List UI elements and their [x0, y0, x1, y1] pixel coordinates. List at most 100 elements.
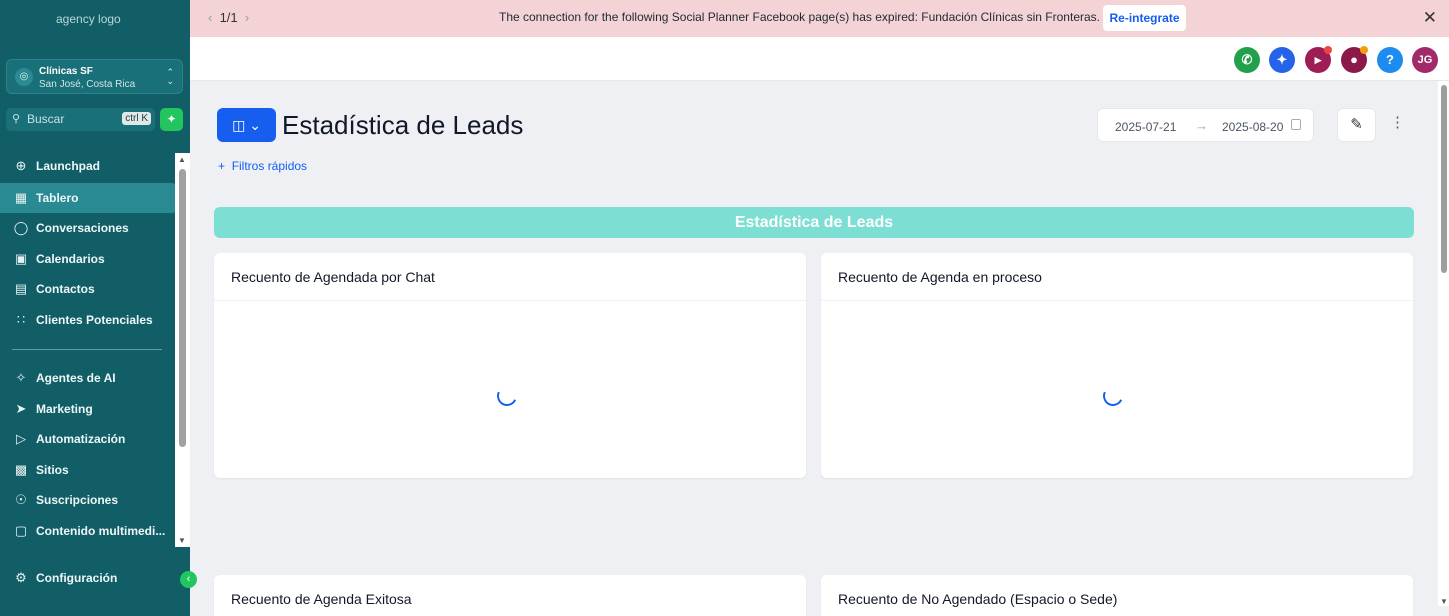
close-icon[interactable]: ✕ [1423, 8, 1437, 28]
sidebar-item-clientes-potenciales[interactable]: ∷ Clientes Potenciales [0, 305, 176, 335]
scroll-down-arrow[interactable]: ▼ [1440, 597, 1448, 606]
announcement-icon[interactable]: ▸ [1305, 46, 1332, 73]
gear-icon: ⚙ [15, 570, 27, 585]
sidebar-item-tablero[interactable]: ▦ Tablero [0, 183, 176, 213]
dashboard-icon: ▦ [14, 190, 28, 205]
pencil-icon: ✎ [1350, 116, 1363, 133]
chevron-right-icon[interactable]: › [245, 10, 249, 25]
sidebar-item-label: Calendarios [36, 252, 105, 266]
user-avatar[interactable]: JG [1412, 47, 1438, 73]
card-title: Recuento de Agenda en proceso [838, 269, 1042, 285]
banner-message: The connection for the following Social … [499, 10, 1100, 24]
sidebar-item-automatizacion[interactable]: ▷ Automatización [0, 424, 176, 454]
search-input[interactable]: ⚲ Buscar ctrl K [6, 108, 155, 131]
location-icon: ◎ [15, 68, 33, 86]
chevron-updown-icon: ⌃ ⌄ [166, 67, 174, 86]
sidebar-item-conversaciones[interactable]: ◯ Conversaciones [0, 213, 176, 243]
quick-filters-link[interactable]: + Filtros rápidos [218, 159, 307, 173]
sidebar-item-label: Marketing [36, 402, 93, 416]
card-title: Recuento de Agenda Exitosa [231, 591, 412, 607]
widget-card: Recuento de Agenda Exitosa [214, 575, 806, 616]
notification-dot [1360, 46, 1368, 54]
date-range-picker[interactable]: 2025-07-21 → 2025-08-20 [1097, 108, 1314, 142]
calendar-icon: ▣ [14, 251, 28, 266]
leads-icon: ∷ [16, 312, 26, 327]
scroll-down-arrow[interactable]: ▼ [178, 536, 186, 545]
card-divider [214, 300, 806, 301]
sidebar-divider [12, 349, 162, 350]
more-options-icon[interactable]: ⋮ [1390, 113, 1405, 131]
sidebar-item-label: Agentes de AI [36, 371, 116, 385]
date-start: 2025-07-21 [1115, 120, 1177, 134]
date-end: 2025-08-20 [1222, 120, 1284, 134]
sidebar-item-sitios[interactable]: ▩ Sitios [0, 455, 176, 485]
sidebar-item-marketing[interactable]: ➤ Marketing [0, 394, 176, 424]
location-name: Clínicas SF [39, 66, 93, 77]
banner-pager[interactable]: ‹ 1/1 › [208, 10, 249, 25]
send-icon: ➤ [15, 401, 27, 416]
sidebar-item-label: Sitios [36, 463, 69, 477]
contacts-icon: ▤ [14, 281, 28, 296]
edit-button[interactable]: ✎ [1337, 108, 1376, 142]
sidebar-item-label: Suscripciones [36, 493, 119, 507]
phone-icon[interactable]: ✆ [1234, 47, 1260, 73]
sidebar-item-contenido-multimedia[interactable]: ▢ Contenido multimedi... [0, 516, 176, 546]
location-address: San José, Costa Rica [39, 79, 136, 90]
scrollbar-thumb[interactable] [1441, 85, 1447, 273]
chat-icon: ◯ [13, 220, 29, 235]
layout-icon: ◫ [232, 117, 246, 133]
sidebar-item-label: Tablero [36, 191, 79, 205]
collapse-sidebar-button[interactable]: ‹ [180, 571, 197, 588]
sidebar-item-agentes-ai[interactable]: ✧ Agentes de AI [0, 363, 176, 393]
sidebar-item-label: Automatización [36, 432, 126, 446]
chevron-down-icon: ⌄ [249, 117, 261, 133]
sidebar-item-suscripciones[interactable]: ☉ Suscripciones [0, 485, 176, 515]
page-title: Estadística de Leads [282, 110, 524, 140]
rocket-icon: ⊕ [15, 158, 27, 173]
sidebar-item-label: Launchpad [36, 159, 101, 173]
loading-spinner-icon [1100, 383, 1126, 409]
search-placeholder: Buscar [27, 112, 65, 126]
scrollbar-thumb[interactable] [179, 169, 186, 447]
scroll-up-arrow[interactable]: ▲ [178, 155, 186, 164]
sidebar-item-label: Clientes Potenciales [36, 313, 153, 327]
plus-icon: + [218, 159, 226, 173]
reintegrate-button[interactable]: Re-integrate [1103, 5, 1186, 31]
sidebar: agency logo ◎ Clínicas SF San José, Cost… [0, 0, 190, 616]
card-title: Recuento de No Agendado (Espacio o Sede) [838, 591, 1118, 607]
sidebar-item-launchpad[interactable]: ⊕ Launchpad [0, 151, 176, 181]
sidebar-item-calendarios[interactable]: ▣ Calendarios [0, 244, 176, 274]
notification-banner: ‹ 1/1 › The connection for the following… [190, 0, 1449, 37]
sidebar-item-label: Conversaciones [36, 221, 129, 235]
quick-action-button[interactable]: ✦ [160, 108, 183, 131]
sidebar-item-configuracion[interactable]: ⚙ Configuración [0, 563, 176, 593]
image-icon: ▢ [14, 523, 28, 538]
layout-switch-button[interactable]: ◫ ⌄ [217, 108, 276, 142]
quick-filters-label: Filtros rápidos [231, 159, 308, 173]
sidebar-item-label: Contactos [36, 282, 95, 296]
badge-icon: ☉ [15, 492, 27, 507]
sparkle-icon: ✧ [15, 370, 27, 385]
chevron-left-icon[interactable]: ‹ [208, 10, 212, 25]
search-icon: ⚲ [12, 113, 21, 125]
main-scrollbar[interactable]: ▼ [1438, 81, 1449, 606]
site-icon: ▩ [14, 462, 28, 477]
sidebar-scrollbar[interactable]: ▲ ▼ [175, 153, 190, 547]
top-bar: ✆ ✦ ▸ ● ? JG [190, 37, 1449, 81]
notification-dot [1324, 46, 1332, 54]
section-header: Estadística de Leads [214, 207, 1414, 238]
widget-card: Recuento de Agenda en proceso [821, 253, 1413, 478]
location-switcher[interactable]: ◎ Clínicas SF San José, Costa Rica ⌃ ⌄ [6, 59, 183, 94]
sidebar-item-contactos[interactable]: ▤ Contactos [0, 274, 176, 304]
sidebar-item-label: Configuración [36, 571, 118, 585]
loading-spinner-icon [494, 383, 520, 409]
automation-icon: ▷ [16, 431, 26, 446]
agency-logo: agency logo [56, 12, 121, 26]
magic-wand-icon[interactable]: ✦ [1269, 47, 1295, 73]
card-divider [821, 300, 1413, 301]
bell-icon[interactable]: ● [1341, 46, 1368, 73]
widget-card: Recuento de No Agendado (Espacio o Sede) [821, 575, 1413, 616]
calendar-icon [1291, 119, 1301, 130]
help-button[interactable]: ? [1377, 47, 1403, 73]
pager-text: 1/1 [219, 10, 238, 25]
